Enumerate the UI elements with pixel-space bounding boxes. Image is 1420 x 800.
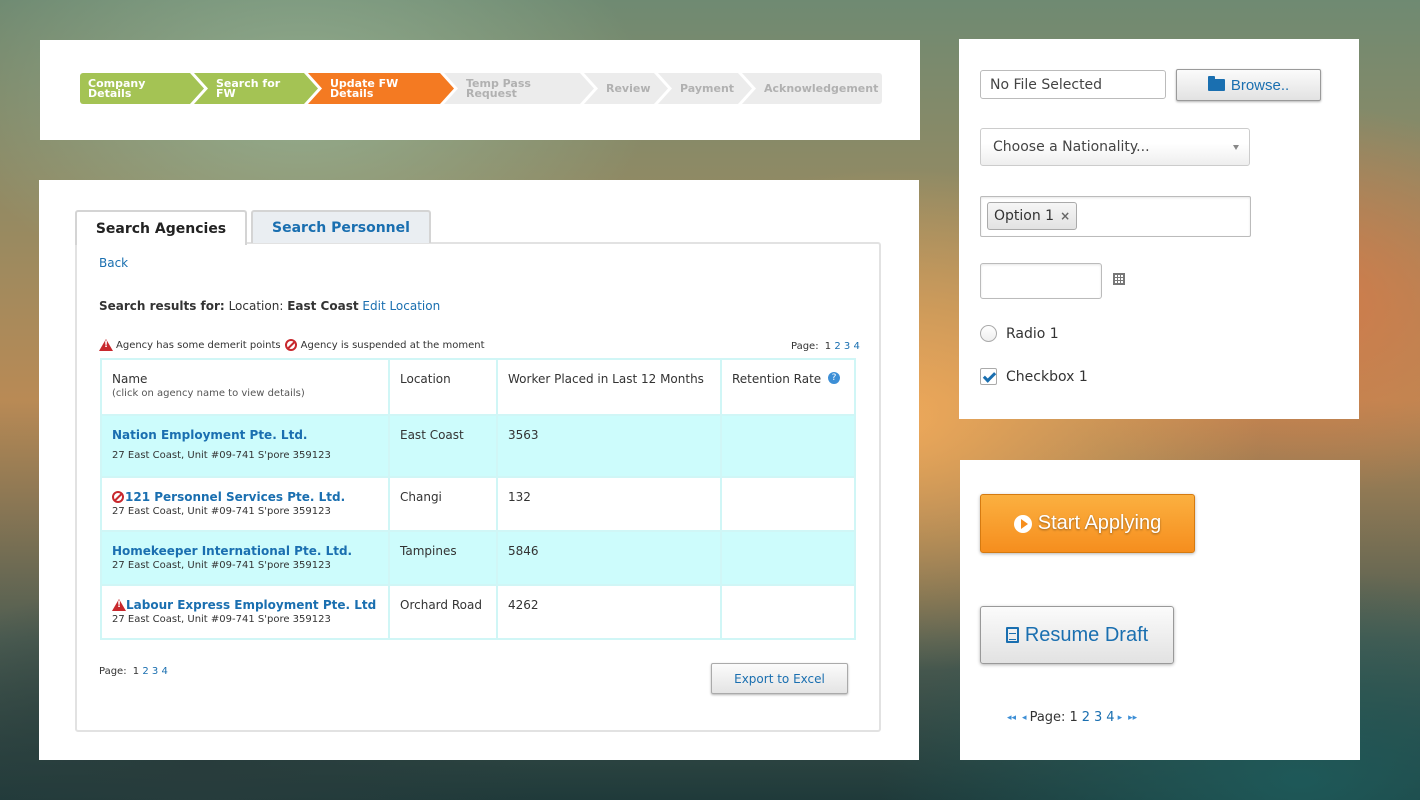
pager-current: 1 xyxy=(132,666,140,677)
pager-page-2[interactable]: 2 xyxy=(834,341,840,352)
step-temp-pass-request[interactable]: Temp Pass Request xyxy=(444,73,594,104)
first-page-icon[interactable]: ◂◂ xyxy=(1007,713,1016,723)
agency-location: Tampines xyxy=(388,530,498,586)
multi-select-input[interactable]: Option 1 × xyxy=(980,196,1251,237)
search-summary-value: East Coast xyxy=(287,299,359,313)
search-summary-field: Location: xyxy=(228,299,284,313)
nationality-select[interactable]: Choose a Nationality... xyxy=(980,128,1250,166)
pager-label: Page: xyxy=(99,666,127,677)
calendar-icon[interactable] xyxy=(1113,273,1125,285)
export-excel-button[interactable]: Export to Excel xyxy=(711,663,848,694)
pager-page-3[interactable]: 3 xyxy=(844,341,850,352)
suspended-icon xyxy=(112,491,124,503)
legend: Agency has some demerit points Agency is… xyxy=(99,339,485,351)
pager-page-4[interactable]: 4 xyxy=(1106,710,1114,725)
pager-page-4[interactable]: 4 xyxy=(853,341,859,352)
agency-name-link[interactable]: Labour Express Employment Pte. Ltd xyxy=(112,598,378,612)
step-payment[interactable]: Payment xyxy=(658,73,752,104)
step-acknowledgement[interactable]: Acknowledgement xyxy=(742,73,882,104)
checkbox-checked[interactable] xyxy=(980,368,997,385)
pager-label: Page: xyxy=(791,341,819,352)
agency-address: 27 East Coast, Unit #09-741 S'pore 35912… xyxy=(112,450,331,461)
search-summary: Search results for: Location: East Coast… xyxy=(99,299,440,313)
dropdown-arrow-icon xyxy=(1233,145,1239,150)
tab-search-agencies[interactable]: Search Agencies xyxy=(75,210,247,245)
header-retention[interactable]: Retention Rate ? xyxy=(720,358,856,416)
step-update-fw-details[interactable]: Update FW Details xyxy=(308,73,454,104)
legend-demerit: Agency has some demerit points xyxy=(116,339,281,351)
pagination-controls: ◂◂ ◂ Page: 1 2 3 4 ▸ ▸▸ xyxy=(1004,710,1140,725)
radio-button[interactable] xyxy=(980,325,997,342)
tab-bar: Search Agencies Search Personnel xyxy=(75,210,431,245)
pager-current: 1 xyxy=(824,341,832,352)
suspended-icon xyxy=(284,339,297,351)
agency-retention xyxy=(720,414,856,478)
pager-page-2[interactable]: 2 xyxy=(1082,710,1090,725)
back-link[interactable]: Back xyxy=(99,256,128,270)
pagination-bottom: Page: 1 2 3 4 xyxy=(99,666,168,677)
table-row: 121 Personnel Services Pte. Ltd. 27 East… xyxy=(100,476,856,532)
legend-suspended: Agency is suspended at the moment xyxy=(300,339,485,351)
selected-option-chip: Option 1 × xyxy=(987,202,1078,230)
step-review[interactable]: Review xyxy=(584,73,668,104)
header-workers[interactable]: Worker Placed in Last 12 Months xyxy=(496,358,722,416)
next-page-icon[interactable]: ▸ xyxy=(1118,713,1123,723)
agency-location: Changi xyxy=(388,476,498,532)
agency-address: 27 East Coast, Unit #09-741 S'pore 35912… xyxy=(112,614,331,625)
agency-retention xyxy=(720,476,856,532)
agency-location: Orchard Road xyxy=(388,584,498,640)
checkbox-option[interactable]: Checkbox 1 xyxy=(980,368,1088,385)
agency-name-link[interactable]: Nation Employment Pte. Ltd. xyxy=(112,428,378,442)
agency-name-link[interactable]: 121 Personnel Services Pte. Ltd. xyxy=(112,490,378,504)
agency-retention xyxy=(720,584,856,640)
step-company-details[interactable]: Company Details xyxy=(80,73,204,104)
edit-location-link[interactable]: Edit Location xyxy=(362,299,440,313)
agency-location: East Coast xyxy=(388,414,498,478)
pager-current: 1 xyxy=(1069,710,1078,725)
agency-workers: 132 xyxy=(496,476,722,532)
prev-page-icon[interactable]: ◂ xyxy=(1022,713,1027,723)
folder-open-icon xyxy=(1207,76,1225,91)
table-row: Labour Express Employment Pte. Ltd 27 Ea… xyxy=(100,584,856,640)
search-summary-prefix: Search results for: xyxy=(99,299,225,313)
agency-name-link[interactable]: Homekeeper International Pte. Ltd. xyxy=(112,544,378,558)
table-row: Homekeeper International Pte. Ltd. 27 Ea… xyxy=(100,530,856,586)
last-page-icon[interactable]: ▸▸ xyxy=(1128,713,1137,723)
pager-page-3[interactable]: 3 xyxy=(1094,710,1102,725)
start-applying-button[interactable]: Start Applying xyxy=(980,494,1195,553)
step-search-fw[interactable]: Search for FW xyxy=(194,73,318,104)
header-name[interactable]: Name (click on agency name to view detai… xyxy=(100,358,390,416)
pager-label: Page: xyxy=(1029,710,1066,725)
warning-icon xyxy=(112,599,126,611)
agency-workers: 4262 xyxy=(496,584,722,640)
file-name-field[interactable]: No File Selected xyxy=(980,70,1166,99)
table-header-row: Name (click on agency name to view detai… xyxy=(100,358,856,416)
help-icon[interactable]: ? xyxy=(828,372,841,384)
table-row: Nation Employment Pte. Ltd. 27 East Coas… xyxy=(100,414,856,478)
browse-button[interactable]: Browse.. xyxy=(1176,69,1321,101)
tab-search-personnel[interactable]: Search Personnel xyxy=(251,210,431,243)
agency-results-table: Name (click on agency name to view detai… xyxy=(100,358,856,640)
document-icon xyxy=(1005,627,1019,643)
date-input[interactable] xyxy=(980,263,1102,299)
resume-draft-button[interactable]: Resume Draft xyxy=(980,606,1174,664)
header-name-hint: (click on agency name to view details) xyxy=(112,388,305,399)
play-icon xyxy=(1013,514,1032,533)
header-location[interactable]: Location xyxy=(388,358,498,416)
progress-stepper: Company Details Search for FW Update FW … xyxy=(80,73,882,104)
agency-address: 27 East Coast, Unit #09-741 S'pore 35912… xyxy=(112,506,331,517)
pager-page-2[interactable]: 2 xyxy=(142,666,148,677)
pager-page-4[interactable]: 4 xyxy=(161,666,167,677)
chip-remove-icon[interactable]: × xyxy=(1060,209,1070,223)
warning-icon xyxy=(99,339,113,351)
agency-address: 27 East Coast, Unit #09-741 S'pore 35912… xyxy=(112,560,331,571)
pager-page-3[interactable]: 3 xyxy=(152,666,158,677)
radio-option[interactable]: Radio 1 xyxy=(980,325,1059,342)
pagination-top: Page: 1 2 3 4 xyxy=(791,341,860,352)
agency-workers: 5846 xyxy=(496,530,722,586)
agency-workers: 3563 xyxy=(496,414,722,478)
agency-retention xyxy=(720,530,856,586)
